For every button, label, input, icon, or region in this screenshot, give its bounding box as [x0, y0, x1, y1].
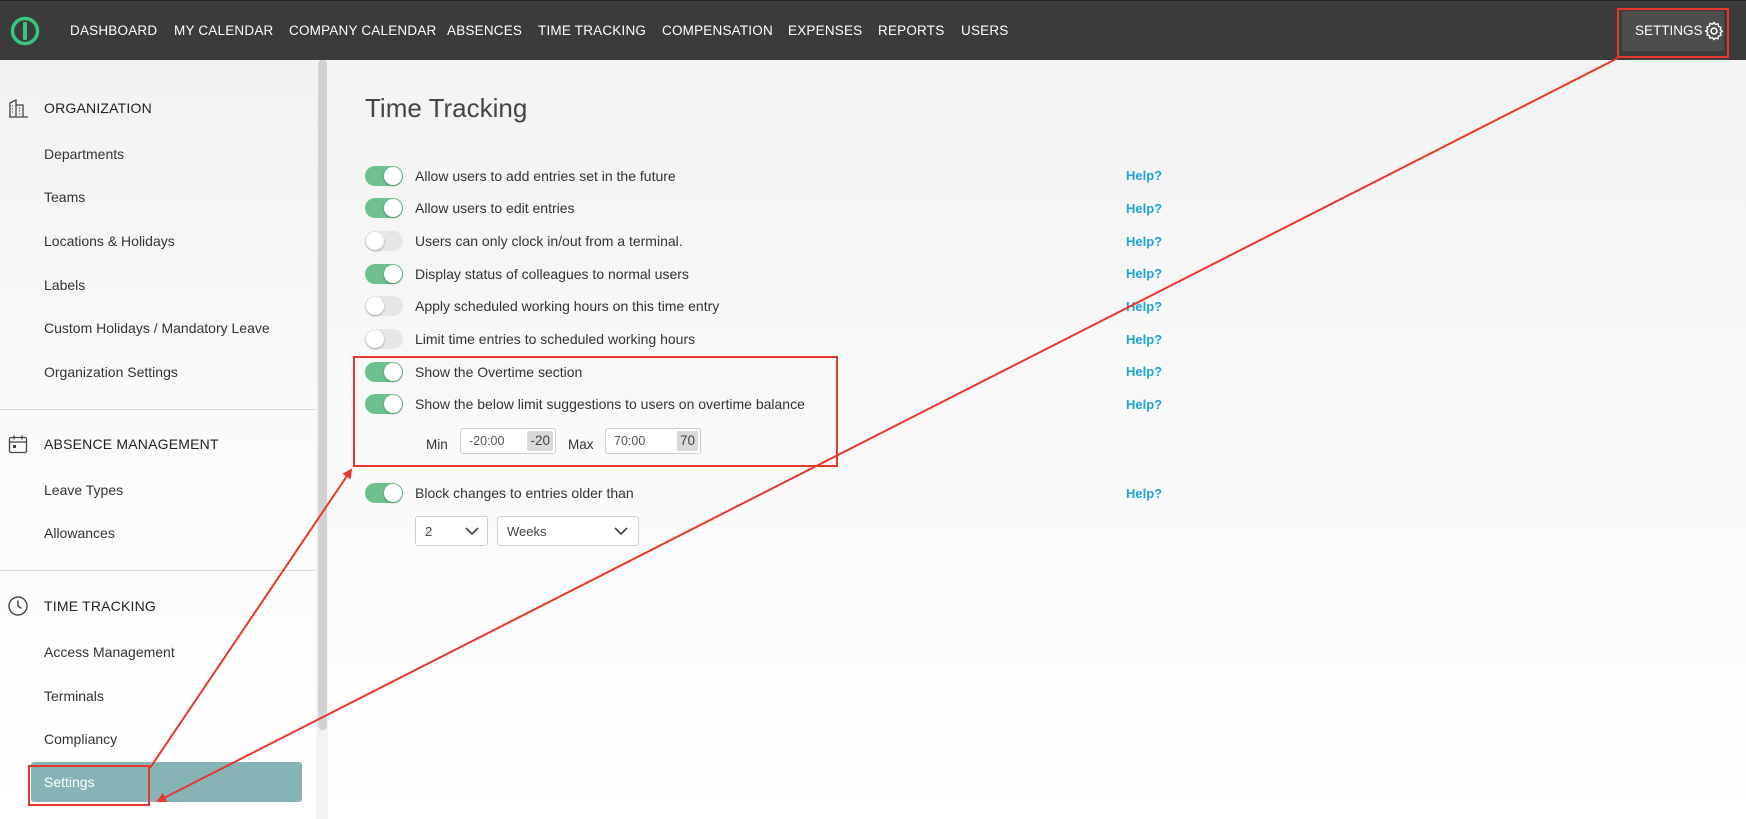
toggle-switch[interactable]	[365, 394, 403, 414]
building-icon	[9, 98, 28, 118]
help-link[interactable]: Help?	[1126, 397, 1162, 412]
help-link[interactable]: Help?	[1126, 201, 1162, 216]
max-value: 70:00	[614, 434, 646, 448]
toggle-switch[interactable]	[365, 362, 403, 382]
sidebar-divider	[0, 409, 316, 410]
sidebar-item-locations-holidays[interactable]: Locations & Holidays	[44, 233, 175, 249]
setting-label: Show the Overtime section	[415, 364, 583, 380]
page-title: Time Tracking	[365, 93, 528, 123]
nav-my-calendar[interactable]: MY CALENDAR	[174, 1, 273, 61]
toggle-knob	[366, 297, 384, 315]
select-value: Weeks	[507, 524, 547, 539]
toggle-knob	[384, 265, 402, 283]
section-title: TIME TRACKING	[44, 598, 157, 614]
sidebar-scrollbar[interactable]	[318, 60, 327, 730]
top-nav-bar: DASHBOARD MY CALENDAR COMPANY CALENDAR A…	[0, 0, 1746, 60]
help-link[interactable]: Help?	[1126, 234, 1162, 249]
toggle-knob	[366, 330, 384, 348]
nav-compensation[interactable]: COMPENSATION	[662, 1, 773, 61]
sidebar-item-teams[interactable]: Teams	[44, 189, 85, 205]
toggle-switch[interactable]	[365, 264, 403, 284]
setting-label: Limit time entries to scheduled working …	[415, 331, 696, 347]
sidebar-item-labels[interactable]: Labels	[44, 277, 85, 293]
chevron-down-icon	[614, 527, 628, 536]
settings-button[interactable]: SETTINGS	[1622, 11, 1724, 51]
min-value-chip: -20	[527, 431, 553, 451]
chevron-down-icon	[465, 527, 479, 536]
min-overtime-input[interactable]: -20:00 -20	[460, 428, 556, 454]
min-value: -20:00	[469, 434, 505, 448]
sidebar-item-organization-settings[interactable]: Organization Settings	[44, 364, 178, 380]
toggle-switch[interactable]	[365, 296, 403, 316]
settings-button-label: SETTINGS	[1635, 23, 1703, 38]
toggle-switch[interactable]	[365, 231, 403, 251]
max-overtime-input[interactable]: 70:00 70	[605, 428, 701, 454]
toggle-knob	[384, 199, 402, 217]
help-link[interactable]: Help?	[1126, 364, 1162, 379]
nav-dashboard[interactable]: DASHBOARD	[70, 1, 157, 61]
nav-reports[interactable]: REPORTS	[878, 1, 944, 61]
nav-absences[interactable]: ABSENCES	[447, 1, 522, 61]
nav-expenses[interactable]: EXPENSES	[788, 1, 862, 61]
toggle-switch[interactable]	[365, 483, 403, 503]
clock-icon	[8, 596, 28, 616]
section-title: ORGANIZATION	[44, 100, 152, 116]
setting-label: Users can only clock in/out from a termi…	[415, 233, 683, 249]
nav-users[interactable]: USERS	[961, 1, 1009, 61]
sidebar-item-departments[interactable]: Departments	[44, 146, 124, 162]
setting-label: Block changes to entries older than	[415, 485, 634, 501]
toggle-switch[interactable]	[365, 198, 403, 218]
help-link[interactable]: Help?	[1126, 332, 1162, 347]
nav-time-tracking[interactable]: TIME TRACKING	[538, 1, 646, 61]
block-unit-select[interactable]: Weeks	[497, 516, 639, 546]
logo-icon[interactable]	[10, 16, 40, 46]
help-link[interactable]: Help?	[1126, 486, 1162, 501]
sidebar-item-terminals[interactable]: Terminals	[44, 688, 104, 704]
sidebar-item-label: Settings	[44, 774, 95, 790]
sidebar-item-leave-types[interactable]: Leave Types	[44, 482, 123, 498]
select-value: 2	[425, 524, 433, 539]
toggle-knob	[384, 363, 402, 381]
section-title: ABSENCE MANAGEMENT	[44, 436, 219, 452]
max-label: Max	[568, 437, 594, 452]
toggle-switch[interactable]	[365, 166, 403, 186]
min-label: Min	[426, 437, 448, 452]
sidebar-item-custom-holidays[interactable]: Custom Holidays / Mandatory Leave	[44, 320, 270, 336]
toggle-knob	[384, 484, 402, 502]
sidebar-item-compliancy[interactable]: Compliancy	[44, 731, 117, 747]
sidebar-item-access-management[interactable]: Access Management	[44, 644, 175, 660]
setting-label: Allow users to edit entries	[415, 200, 575, 216]
nav-company-calendar[interactable]: COMPANY CALENDAR	[289, 1, 436, 61]
help-link[interactable]: Help?	[1126, 168, 1162, 183]
block-amount-select[interactable]: 2	[415, 516, 488, 546]
sidebar-item-allowances[interactable]: Allowances	[44, 525, 115, 541]
max-value-chip: 70	[676, 431, 698, 451]
setting-label: Allow users to add entries set in the fu…	[415, 168, 676, 184]
calendar-icon	[8, 435, 28, 454]
setting-label: Apply scheduled working hours on this ti…	[415, 298, 720, 314]
toggle-knob	[384, 167, 402, 185]
toggle-switch[interactable]	[365, 329, 403, 349]
setting-label: Show the below limit suggestions to user…	[415, 396, 805, 412]
help-link[interactable]: Help?	[1126, 266, 1162, 281]
setting-label: Display status of colleagues to normal u…	[415, 266, 689, 282]
gear-icon	[1704, 21, 1724, 41]
toggle-knob	[366, 232, 384, 250]
help-link[interactable]: Help?	[1126, 299, 1162, 314]
toggle-knob	[384, 395, 402, 413]
sidebar-item-settings[interactable]: Settings	[31, 762, 302, 802]
sidebar-divider	[0, 570, 316, 571]
